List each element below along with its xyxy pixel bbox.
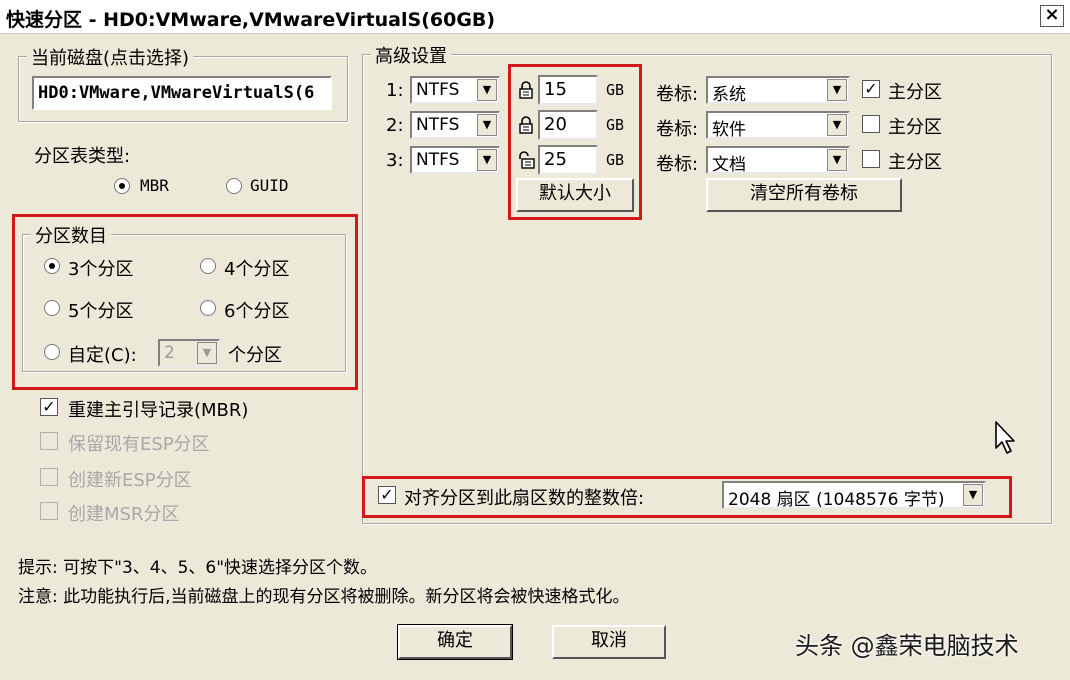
highlight-partition-sizes [508,64,642,220]
row-1-volume-value: 系统 [712,85,746,104]
create-msr-checkbox[interactable] [40,502,58,520]
chevron-down-icon: ▼ [477,114,497,136]
create-msr-label: 创建MSR分区 [68,504,180,525]
row-1-index: 1: [386,80,404,101]
chevron-down-icon: ▼ [827,149,847,171]
close-button[interactable]: × [1040,5,1064,27]
mouse-cursor-icon [995,421,1015,454]
rebuild-mbr-checkbox[interactable]: ✓ [40,398,58,416]
title-bar: 快速分区 - HD0:VMware,VMwareVirtualS(60GB) × [0,0,1070,34]
cancel-button[interactable]: 取消 [552,625,666,659]
row-1-primary-label: 主分区 [888,82,942,103]
mbr-radio[interactable] [114,178,130,194]
chevron-down-icon: ▼ [477,149,497,171]
highlight-partition-count [12,214,358,390]
current-disk-legend: 当前磁盘(点击选择) [27,44,194,70]
row-3-fs-select[interactable]: NTFS ▼ [410,146,500,174]
row-1-primary-checkbox[interactable]: ✓ [862,80,880,98]
rebuild-mbr-label: 重建主引导记录(MBR) [68,400,249,421]
row-2-volume-label: 卷标: [656,119,699,140]
window-title: 快速分区 - HD0:VMware,VMwareVirtualS(60GB) [6,9,496,31]
highlight-alignment [362,476,1012,518]
mbr-radio-label: MBR [140,176,169,195]
row-2-volume-value: 软件 [712,120,746,139]
row-1-fs-value: NTFS [416,80,460,100]
row-1-fs-select[interactable]: NTFS ▼ [410,76,500,104]
row-3-volume-select[interactable]: 文档 ▼ [706,146,850,174]
row-1-volume-label: 卷标: [656,84,699,105]
row-2-primary-label: 主分区 [888,117,942,138]
note-text: 注意: 此功能执行后,当前磁盘上的现有分区将被删除。新分区将会被快速格式化。 [18,587,630,607]
row-2-primary-checkbox[interactable] [862,115,880,133]
row-2-index: 2: [386,115,404,136]
clear-labels-button[interactable]: 清空所有卷标 [706,178,902,212]
keep-esp-checkbox[interactable] [40,432,58,450]
chevron-down-icon: ▼ [827,114,847,136]
row-3-volume-label: 卷标: [656,154,699,175]
guid-radio[interactable] [226,178,242,194]
row-3-primary-label: 主分区 [888,152,942,173]
create-esp-label: 创建新ESP分区 [68,470,192,491]
tip-text: 提示: 可按下"3、4、5、6"快速选择分区个数。 [18,558,378,578]
ok-button[interactable]: 确定 [397,624,513,660]
partition-table-label: 分区表类型: [34,146,131,167]
chevron-down-icon: ▼ [827,79,847,101]
create-esp-checkbox[interactable] [40,468,58,486]
watermark-text: 头条 @鑫荣电脑技术 [795,632,1019,660]
row-2-fs-value: NTFS [416,115,460,135]
row-3-index: 3: [386,150,404,171]
row-3-primary-checkbox[interactable] [862,150,880,168]
row-3-volume-value: 文档 [712,155,746,174]
row-2-fs-select[interactable]: NTFS ▼ [410,111,500,139]
row-1-volume-select[interactable]: 系统 ▼ [706,76,850,104]
guid-radio-label: GUID [250,176,289,195]
current-disk-field[interactable]: HD0:VMware,VMwareVirtualS(6 [32,76,332,110]
keep-esp-label: 保留现有ESP分区 [68,434,210,455]
row-3-fs-value: NTFS [416,150,460,170]
advanced-settings-legend: 高级设置 [371,42,451,68]
chevron-down-icon: ▼ [477,79,497,101]
row-2-volume-select[interactable]: 软件 ▼ [706,111,850,139]
